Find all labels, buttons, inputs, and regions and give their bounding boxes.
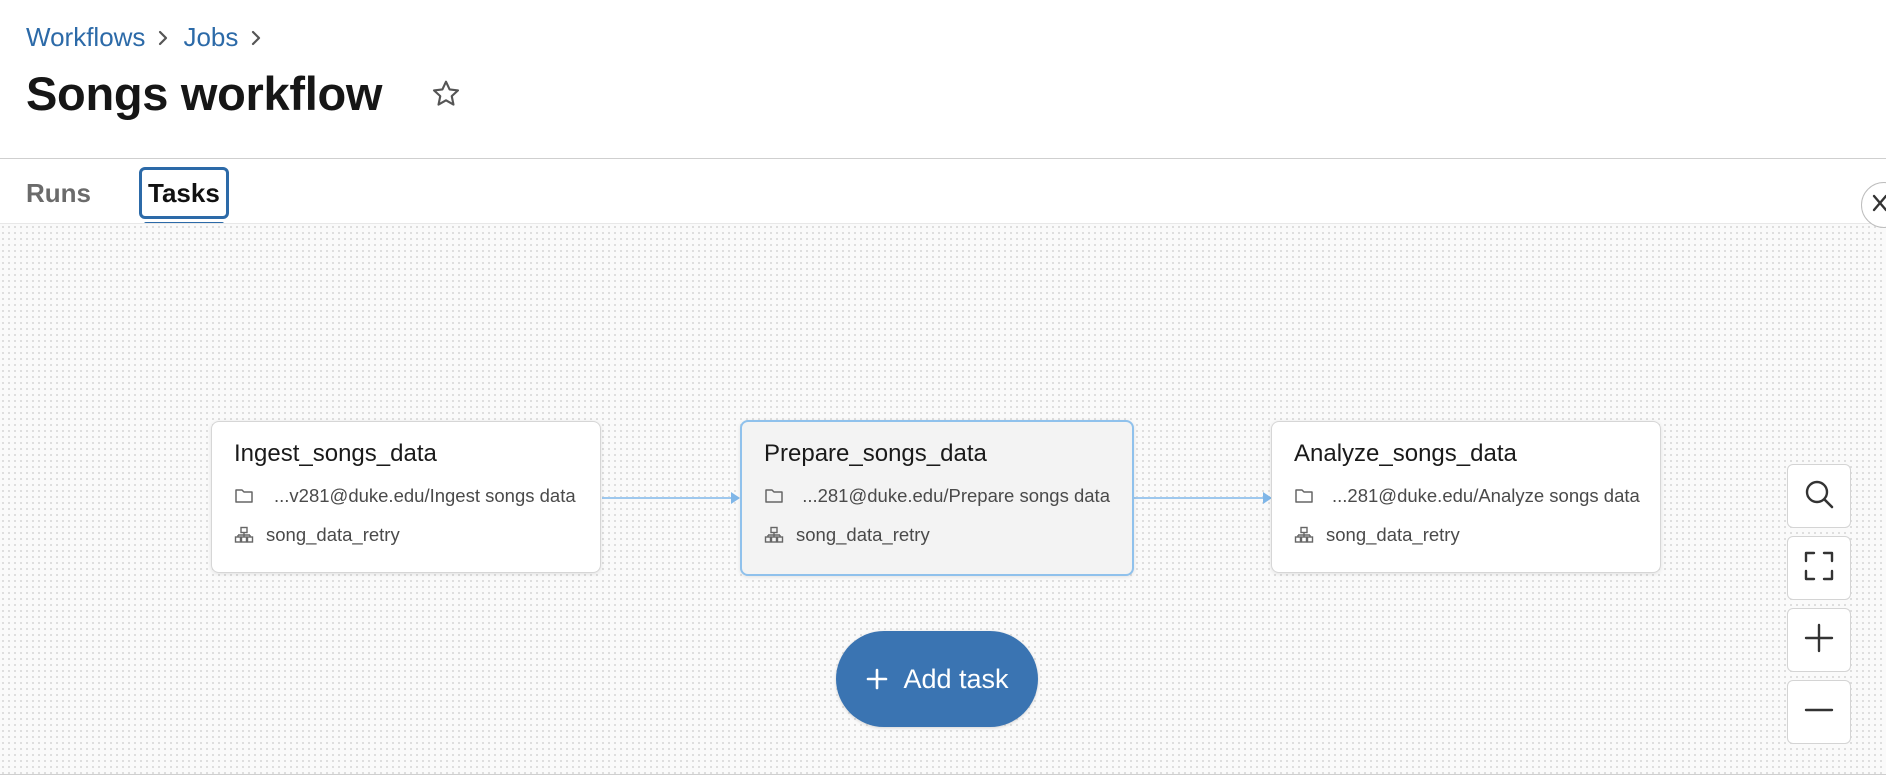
folder-icon: [764, 487, 784, 505]
task-path-row: ...v281@duke.edu/Ingest songs data: [234, 484, 578, 508]
edge-arrow: [731, 492, 740, 504]
graph-toolbar: [1787, 464, 1851, 752]
title-row: Songs workflow: [26, 66, 462, 121]
zoom-in-button[interactable]: [1787, 608, 1851, 672]
collapse-panel-button[interactable]: [1861, 182, 1886, 228]
zoom-out-icon: [1803, 694, 1835, 731]
plus-icon: [865, 667, 889, 691]
task-cluster-row: song_data_retry: [234, 523, 578, 547]
task-cluster-row: song_data_retry: [1294, 523, 1638, 547]
task-card-ingest[interactable]: Ingest_songs_data ...v281@duke.edu/Inges…: [211, 421, 601, 573]
star-icon[interactable]: [430, 78, 462, 110]
task-name: Prepare_songs_data: [764, 440, 987, 467]
zoom-in-icon: [1803, 622, 1835, 659]
add-task-button[interactable]: Add task: [836, 631, 1038, 727]
chevron-right-icon: [250, 29, 262, 47]
task-card-prepare[interactable]: Prepare_songs_data ...281@duke.edu/Prepa…: [740, 420, 1134, 576]
task-path: ...281@duke.edu/Analyze songs data: [1332, 485, 1640, 506]
cluster-icon: [234, 526, 256, 544]
chevron-right-icon: [157, 29, 169, 47]
task-cluster: song_data_retry: [266, 524, 400, 545]
folder-icon: [1294, 487, 1314, 505]
add-task-label: Add task: [903, 663, 1009, 694]
tab-bar: Runs Tasks: [26, 167, 229, 226]
tab-tasks[interactable]: Tasks: [139, 167, 229, 226]
task-path: ...v281@duke.edu/Ingest songs data: [274, 485, 576, 506]
task-cluster: song_data_retry: [1326, 524, 1460, 545]
task-path-row: ...281@duke.edu/Analyze songs data: [1294, 484, 1640, 508]
cluster-icon: [1294, 526, 1316, 544]
breadcrumb-jobs[interactable]: Jobs: [183, 22, 238, 53]
search-button[interactable]: [1787, 464, 1851, 528]
search-icon: [1802, 477, 1836, 516]
task-path-row: ...281@duke.edu/Prepare songs data: [764, 484, 1110, 508]
fit-view-icon: [1803, 550, 1835, 587]
fit-view-button[interactable]: [1787, 536, 1851, 600]
page-title: Songs workflow: [26, 67, 383, 120]
header-divider: [0, 158, 1886, 159]
cluster-icon: [764, 526, 786, 544]
breadcrumb: Workflows Jobs: [26, 22, 276, 53]
task-cluster-row: song_data_retry: [764, 523, 1110, 547]
task-name: Ingest_songs_data: [234, 440, 437, 467]
tab-runs[interactable]: Runs: [26, 167, 97, 219]
dependency-edge: [602, 497, 732, 499]
close-icon: [1870, 192, 1886, 219]
task-path: ...281@duke.edu/Prepare songs data: [802, 485, 1110, 506]
task-cluster: song_data_retry: [796, 524, 930, 545]
task-name: Analyze_songs_data: [1294, 440, 1517, 467]
task-card-analyze[interactable]: Analyze_songs_data ...281@duke.edu/Analy…: [1271, 421, 1661, 573]
zoom-out-button[interactable]: [1787, 680, 1851, 744]
dependency-edge: [1134, 497, 1264, 499]
folder-icon: [234, 487, 256, 505]
breadcrumb-workflows[interactable]: Workflows: [26, 22, 145, 53]
